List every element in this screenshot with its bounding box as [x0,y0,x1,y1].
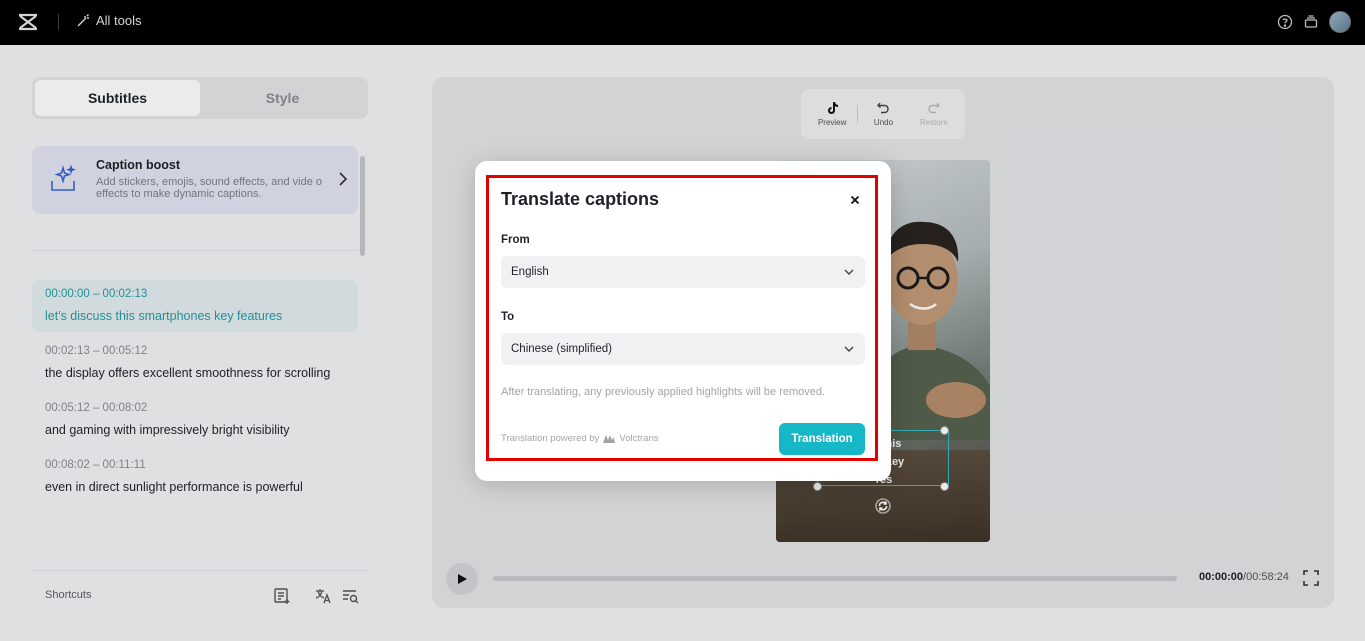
from-language-select[interactable]: English [501,256,865,288]
chevron-down-icon [844,346,854,352]
chevron-down-icon [844,269,854,275]
powered-by-label: Translation powered by [501,433,600,444]
provider-name: Volctrans [619,433,659,444]
to-language-select[interactable]: Chinese (simplified) [501,333,865,365]
from-language-value: English [511,266,549,278]
translate-captions-dialog: Translate captions From English To Chine… [475,161,891,481]
highlight-outline [486,175,878,461]
dialog-title: Translate captions [501,189,660,209]
to-language-value: Chinese (simplified) [511,343,612,355]
translation-note: After translating, any previously applie… [501,386,826,398]
from-label: From [501,234,530,246]
to-label: To [501,311,515,323]
close-icon[interactable] [848,193,862,207]
translation-button[interactable]: Translation [779,423,865,455]
volctrans-logo-icon [603,435,616,443]
powered-by: Translation powered by Volctrans [501,433,658,444]
